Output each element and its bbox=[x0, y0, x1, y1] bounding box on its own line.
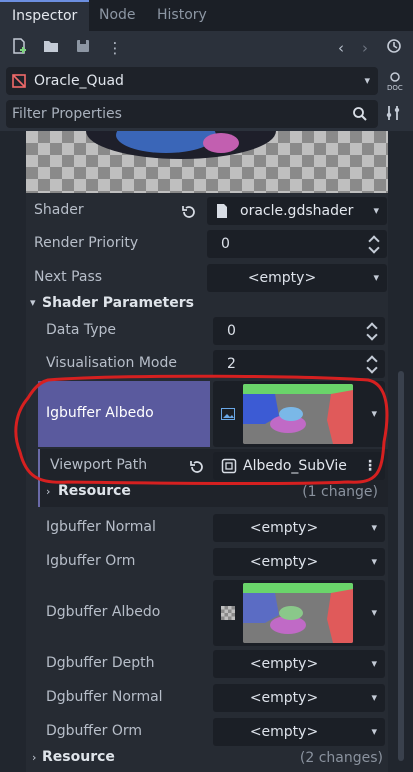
history-forward-icon[interactable]: › bbox=[354, 37, 376, 59]
igbuffer-normal-value: <empty> bbox=[249, 520, 319, 536]
igbuffer-orm-value: <empty> bbox=[249, 554, 319, 570]
scrollbar-thumb[interactable] bbox=[398, 371, 404, 761]
next-pass-value: <empty> bbox=[247, 270, 317, 286]
texture-checker-icon bbox=[221, 606, 235, 620]
tab-inspector[interactable]: Inspector bbox=[0, 0, 90, 31]
mesh-node-icon bbox=[11, 73, 27, 93]
spin-arrows-icon[interactable] bbox=[367, 321, 377, 341]
dgbuffer-depth-value: <empty> bbox=[249, 656, 319, 672]
chevron-down-icon: ▾ bbox=[373, 271, 379, 284]
new-resource-icon[interactable] bbox=[8, 37, 30, 59]
dgbuffer-orm-value: <empty> bbox=[249, 724, 319, 740]
section-collapse-icon[interactable]: ▾ bbox=[30, 296, 36, 309]
shader-parameters-heading[interactable]: Shader Parameters bbox=[42, 295, 194, 311]
tab-history[interactable]: History bbox=[145, 0, 219, 31]
chevron-down-icon: ▾ bbox=[371, 691, 377, 704]
node-name: Oracle_Quad bbox=[34, 73, 124, 89]
node-select[interactable]: Oracle_Quad ▾ bbox=[6, 67, 378, 95]
igbuffer-normal-picker[interactable]: <empty> ▾ bbox=[213, 514, 385, 542]
dgbuffer-orm-label: Dgbuffer Orm bbox=[46, 723, 143, 739]
next-pass-label: Next Pass bbox=[34, 269, 103, 285]
dgbuffer-normal-value: <empty> bbox=[249, 690, 319, 706]
svg-text:DOC: DOC bbox=[387, 84, 403, 92]
chevron-down-icon: ▾ bbox=[364, 74, 370, 87]
render-priority-spinbox[interactable]: 0 bbox=[207, 230, 387, 258]
open-folder-icon[interactable] bbox=[40, 37, 62, 59]
inspector-toolbar: ⋮ ‹ › bbox=[0, 31, 413, 65]
history-list-icon[interactable] bbox=[383, 37, 405, 59]
next-pass-picker[interactable]: <empty> ▾ bbox=[207, 264, 387, 292]
chevron-down-icon: ▾ bbox=[371, 725, 377, 738]
node-selector-bar: Oracle_Quad ▾ DOC bbox=[0, 65, 413, 97]
data-type-spinbox[interactable]: 0 bbox=[213, 317, 385, 345]
expand-icon[interactable]: › bbox=[32, 751, 36, 764]
chevron-down-icon: ▾ bbox=[371, 657, 377, 670]
bottom-resource-label[interactable]: Resource bbox=[42, 749, 115, 765]
tab-node[interactable]: Node bbox=[87, 0, 148, 31]
chevron-down-icon: ▾ bbox=[371, 606, 377, 619]
render-priority-value: 0 bbox=[221, 236, 230, 252]
dgbuffer-depth-label: Dgbuffer Depth bbox=[46, 655, 155, 671]
dgbuffer-orm-picker[interactable]: <empty> ▾ bbox=[213, 718, 385, 746]
dgbuffer-normal-label: Dgbuffer Normal bbox=[46, 689, 163, 705]
dgbuffer-albedo-thumbnail bbox=[243, 583, 353, 643]
chevron-down-icon: ▾ bbox=[373, 204, 379, 217]
doc-icon[interactable]: DOC bbox=[384, 70, 406, 92]
property-settings-icon[interactable] bbox=[385, 104, 403, 126]
filter-properties-input[interactable]: Filter Properties bbox=[6, 100, 378, 128]
search-icon bbox=[352, 106, 368, 126]
dgbuffer-albedo-label: Dgbuffer Albedo bbox=[46, 604, 161, 620]
material-preview bbox=[26, 131, 388, 193]
red-annotation-outline bbox=[14, 374, 389, 485]
more-menu-icon[interactable]: ⋮ bbox=[104, 37, 126, 59]
shader-label: Shader bbox=[34, 202, 84, 218]
data-type-value: 0 bbox=[227, 323, 236, 339]
visualisation-mode-label: Visualisation Mode bbox=[46, 355, 177, 371]
revert-icon[interactable] bbox=[181, 204, 197, 224]
igbuffer-normal-label: Igbuffer Normal bbox=[46, 519, 156, 535]
dgbuffer-albedo-picker[interactable]: ▾ bbox=[213, 580, 385, 646]
history-back-icon[interactable]: ‹ bbox=[330, 37, 352, 59]
inspector-scrollbar[interactable] bbox=[396, 131, 406, 772]
shader-file-icon bbox=[215, 203, 229, 223]
chevron-down-icon: ▾ bbox=[371, 521, 377, 534]
igbuffer-orm-picker[interactable]: <empty> ▾ bbox=[213, 548, 385, 576]
spin-arrows-icon[interactable] bbox=[367, 354, 377, 374]
save-icon[interactable] bbox=[72, 37, 94, 59]
bottom-resource-change-count: (2 changes) bbox=[299, 750, 383, 766]
filter-placeholder: Filter Properties bbox=[12, 106, 122, 122]
render-priority-label: Render Priority bbox=[34, 235, 139, 251]
dgbuffer-normal-picker[interactable]: <empty> ▾ bbox=[213, 684, 385, 712]
spin-arrows-icon[interactable] bbox=[369, 234, 379, 254]
dgbuffer-depth-picker[interactable]: <empty> ▾ bbox=[213, 650, 385, 678]
shader-file-name: oracle.gdshader bbox=[240, 203, 354, 219]
filter-bar: Filter Properties bbox=[0, 97, 413, 131]
shader-resource-picker[interactable]: oracle.gdshader ▾ bbox=[207, 197, 387, 225]
igbuffer-orm-label: Igbuffer Orm bbox=[46, 553, 136, 569]
dock-tabs: Inspector Node History bbox=[0, 0, 413, 31]
data-type-label: Data Type bbox=[46, 322, 117, 338]
chevron-down-icon: ▾ bbox=[371, 555, 377, 568]
